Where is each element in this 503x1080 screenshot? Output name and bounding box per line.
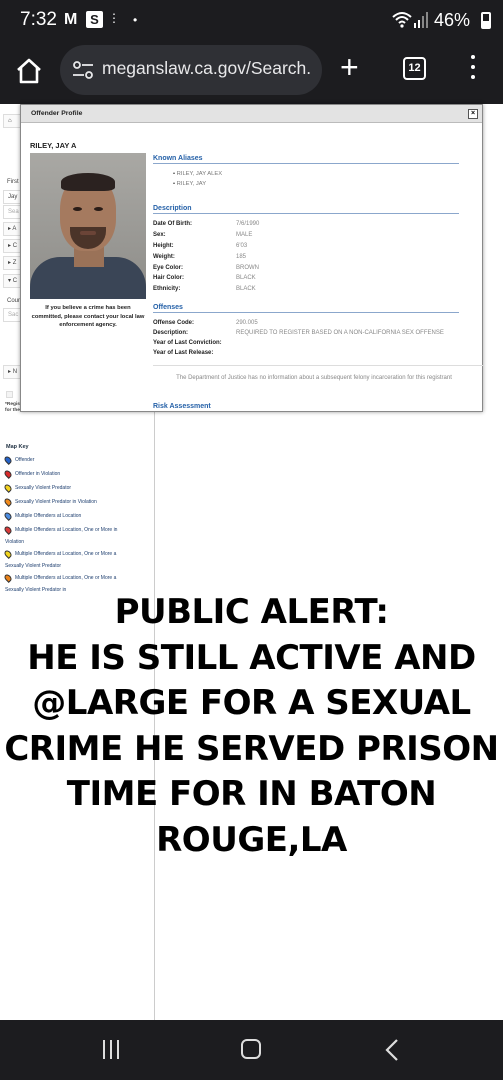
tab-switcher-button[interactable]: 12	[403, 57, 426, 80]
dob-label: Date Of Birth:	[153, 221, 192, 227]
offender-photo	[30, 153, 146, 299]
alert-line: @LARGE FOR A SEXUAL	[32, 683, 471, 723]
address-bar[interactable]: meganslaw.ca.gov/Search.	[60, 45, 322, 95]
notification-dot: •	[133, 13, 138, 27]
map-pin-icon	[3, 572, 13, 583]
map-pin-icon	[3, 524, 13, 535]
contact-warning: If you believe a crime has been committe…	[31, 305, 145, 328]
offense-code-label: Offense Code:	[153, 320, 195, 326]
alert-line: CRIME HE SERVED PRISON	[4, 728, 499, 769]
home-icon[interactable]	[14, 56, 44, 86]
web-page: ⌂ First Jay Sea ▸ A ▸ C ▸ Z ▾ C Coun Sac…	[0, 104, 503, 1020]
weight-value: 185	[236, 254, 247, 260]
map-key-item: Offender in Violation	[3, 468, 135, 480]
modal-title: Offender Profile	[21, 105, 482, 123]
dob-value: 7/6/1990	[236, 221, 260, 227]
eye-color-label: Eye Color:	[153, 265, 184, 271]
map-pin-icon	[3, 510, 13, 521]
alert-line: TIME FOR IN BATON	[66, 774, 437, 814]
map-key-item: Offender	[3, 454, 135, 466]
site-settings-icon[interactable]	[72, 60, 94, 80]
back-icon[interactable]	[385, 1039, 399, 1061]
height-value: 6'03	[236, 243, 248, 249]
alert-line: HE IS STILL ACTIVE AND	[27, 637, 476, 678]
offender-name: RILEY, JAY A	[30, 141, 77, 150]
new-tab-button[interactable]: +	[340, 51, 359, 83]
map-key-label: Sexually Violent Predator	[15, 485, 72, 491]
eye-color-value: BROWN	[236, 265, 259, 271]
browser-toolbar: meganslaw.ca.gov/Search. + 12	[0, 42, 503, 104]
status-bar: 7:32 M S ⋮ • 46%	[0, 0, 503, 42]
map-key-label: Sexually Violent Predator in Violation	[15, 499, 97, 505]
alias-item: RILEY, JAY ALEX	[173, 171, 222, 177]
map-key-item: Sexually Violent Predator	[3, 482, 135, 494]
url-text: meganslaw.ca.gov/Search.	[102, 58, 312, 78]
recents-icon[interactable]	[102, 1040, 122, 1060]
home-button-icon[interactable]	[241, 1039, 261, 1059]
sex-value: MALE	[236, 232, 253, 238]
include-checkbox[interactable]	[6, 391, 13, 398]
known-aliases-header: Known Aliases	[153, 155, 459, 164]
map-key-label: Multiple Offenders at Location	[15, 513, 82, 519]
weight-label: Weight:	[153, 254, 175, 260]
battery-percent: 46%	[434, 10, 471, 30]
s-app-icon: S	[86, 11, 103, 28]
map-key-label: Offender in Violation	[15, 471, 61, 477]
alias-item: RILEY, JAY	[173, 181, 206, 187]
map-pin-icon	[3, 496, 13, 507]
offense-description-label: Description:	[153, 330, 189, 336]
clock: 7:32	[20, 9, 57, 30]
battery-icon	[481, 12, 491, 29]
map-pin-icon	[3, 454, 13, 465]
risk-assessment-header: Risk Assessment	[153, 403, 211, 410]
offender-profile-modal: Offender Profile × RILEY, JAY A If you b…	[20, 104, 483, 412]
hair-color-label: Hair Color:	[153, 275, 185, 281]
map-key-label: Multiple Offenders at Location, One or M…	[5, 551, 117, 569]
doj-note: The Department of Justice has no informa…	[176, 375, 452, 381]
last-conviction-label: Year of Last Conviction:	[153, 340, 222, 346]
hair-color-value: BLACK	[236, 275, 256, 281]
more-menu-icon[interactable]	[470, 55, 476, 83]
map-key-label: Offender	[15, 457, 35, 463]
description-header: Description	[153, 205, 459, 214]
map-key-label: Multiple Offenders at Location, One or M…	[5, 527, 118, 545]
map-key-item: Multiple Offenders at Location	[3, 510, 135, 522]
dots-icon: ⋮	[108, 11, 120, 25]
offenses-header: Offenses	[153, 304, 459, 313]
ethnicity-label: Ethnicity:	[153, 286, 181, 292]
divider	[153, 365, 483, 366]
height-label: Height:	[153, 243, 174, 249]
close-icon[interactable]: ×	[468, 109, 478, 119]
offense-description-value: REQUIRED TO REGISTER BASED ON A NON-CALI…	[236, 330, 444, 336]
signal-icon	[414, 12, 428, 28]
map-pin-icon	[3, 468, 13, 479]
map-key-item: Multiple Offenders at Location, One or M…	[3, 524, 135, 548]
map-key-item: Multiple Offenders at Location, One or M…	[3, 548, 135, 572]
wifi-icon	[392, 12, 412, 28]
gmail-icon: M	[64, 11, 78, 28]
navigation-bar	[0, 1020, 503, 1080]
sex-label: Sex:	[153, 232, 166, 238]
map-pin-icon	[3, 548, 13, 559]
alert-line: ROUGE,LA	[156, 819, 347, 860]
alert-line: PUBLIC ALERT:	[114, 592, 389, 632]
map-key-item: Sexually Violent Predator in Violation	[3, 496, 135, 508]
map-key-title: Map Key	[6, 444, 29, 450]
ethnicity-value: BLACK	[236, 286, 256, 292]
phone-screen: 7:32 M S ⋮ • 46% meganslaw.ca.gov/Search…	[0, 0, 503, 1080]
last-release-label: Year of Last Release:	[153, 350, 214, 356]
map-pin-icon	[3, 482, 13, 493]
public-alert-caption: PUBLIC ALERT: HE IS STILL ACTIVE AND @LA…	[0, 590, 503, 863]
offense-code-value: 290.005	[236, 320, 258, 326]
